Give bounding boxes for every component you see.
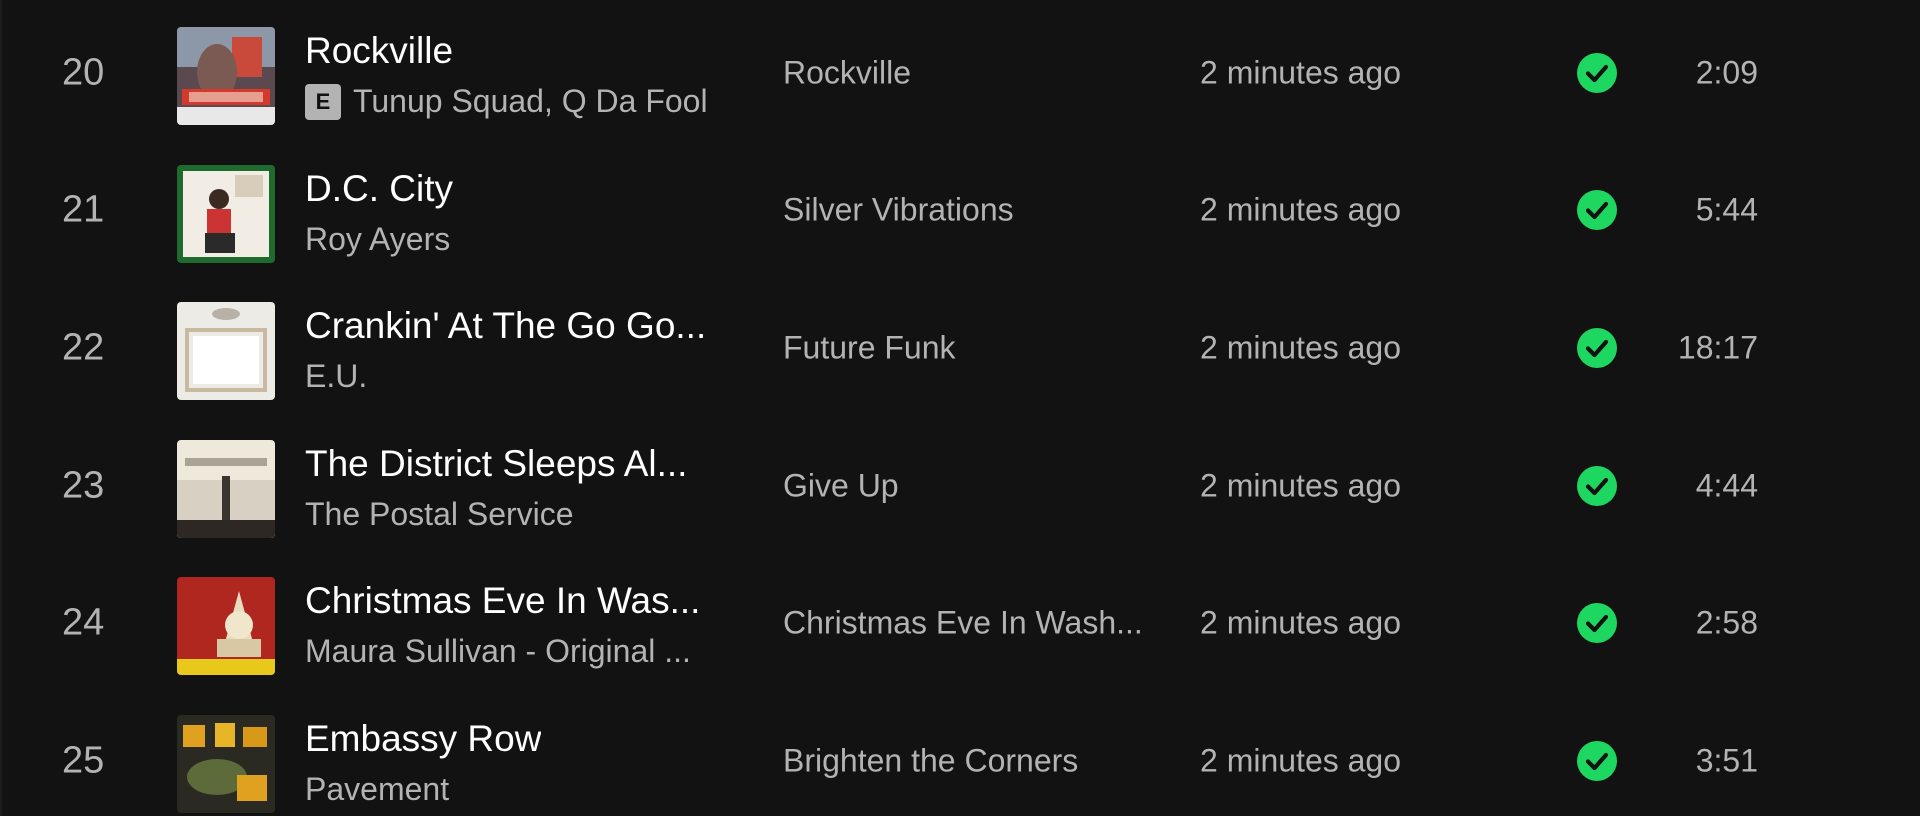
downloaded-check-icon (1577, 465, 1617, 506)
track-album[interactable]: Brighten the Corners (783, 742, 1158, 779)
track-row[interactable]: 22 Crankin' At The Go Go... E.U. Future … (2, 279, 1920, 417)
track-artist[interactable]: Tunup Squad, Q Da Fool (353, 83, 708, 120)
track-duration: 4:44 (1695, 467, 1758, 504)
track-subtitle: Pavement (305, 771, 449, 808)
track-title[interactable]: Embassy Row (305, 718, 541, 760)
track-duration: 2:58 (1695, 604, 1758, 641)
track-title[interactable]: Rockville (305, 30, 453, 72)
date-added: 2 minutes ago (1200, 742, 1402, 779)
track-subtitle: E.U. (305, 358, 367, 395)
track-number: 21 (62, 188, 105, 231)
date-added: 2 minutes ago (1200, 329, 1402, 366)
downloaded-check-icon (1577, 327, 1617, 368)
explicit-badge: E (305, 83, 341, 120)
track-title[interactable]: The District Sleeps Al... (305, 443, 687, 485)
track-duration: 2:09 (1695, 54, 1758, 91)
track-row[interactable]: 23 The District Sleeps Al... The Postal … (2, 417, 1920, 555)
date-added: 2 minutes ago (1200, 191, 1402, 228)
track-artist[interactable]: Roy Ayers (305, 221, 450, 258)
track-title[interactable]: Christmas Eve In Was... (305, 580, 700, 622)
track-duration: 18:17 (1677, 329, 1758, 366)
track-number: 20 (62, 51, 105, 94)
downloaded-check-icon (1577, 52, 1617, 93)
track-title[interactable]: D.C. City (305, 168, 453, 210)
album-art-image[interactable] (177, 302, 275, 401)
track-row[interactable]: 25 Embassy Row Pavement Brighten the Cor… (2, 692, 1920, 816)
downloaded-check-icon (1577, 740, 1617, 781)
album-art-image[interactable] (177, 164, 275, 263)
track-title[interactable]: Crankin' At The Go Go... (305, 305, 706, 347)
track-album[interactable]: Christmas Eve In Wash... (783, 605, 1158, 642)
album-art-image[interactable] (177, 439, 275, 538)
track-row[interactable]: 21 D.C. City Roy Ayers Silver Vibrations… (2, 142, 1920, 280)
track-album[interactable]: Silver Vibrations (783, 192, 1158, 229)
track-number: 23 (62, 464, 105, 507)
track-artist[interactable]: Pavement (305, 771, 449, 808)
track-subtitle: Maura Sullivan - Original ... (305, 633, 691, 670)
track-number: 22 (62, 326, 105, 369)
track-row[interactable]: 24 Christmas Eve In Was... Maura Sulliva… (2, 554, 1920, 692)
date-added: 2 minutes ago (1200, 604, 1402, 641)
track-artist[interactable]: The Postal Service (305, 496, 574, 533)
track-album[interactable]: Rockville (783, 54, 1158, 91)
album-art-image[interactable] (177, 715, 275, 813)
downloaded-check-icon (1577, 603, 1617, 644)
track-subtitle: Roy Ayers (305, 221, 450, 258)
album-art-image[interactable] (177, 577, 275, 676)
track-subtitle: E Tunup Squad, Q Da Fool (305, 83, 708, 120)
track-subtitle: The Postal Service (305, 496, 574, 533)
track-list: 20 Rockville E Tunup Squad, Q Da Fool Ro… (0, 0, 1920, 816)
track-album[interactable]: Future Funk (783, 329, 1158, 366)
downloaded-check-icon (1577, 190, 1617, 231)
date-added: 2 minutes ago (1200, 54, 1402, 91)
track-number: 24 (62, 601, 105, 644)
track-duration: 3:51 (1695, 742, 1758, 779)
album-art-image[interactable] (177, 27, 275, 125)
track-row[interactable]: 20 Rockville E Tunup Squad, Q Da Fool Ro… (2, 4, 1920, 142)
track-album[interactable]: Give Up (783, 467, 1158, 504)
track-artist[interactable]: E.U. (305, 358, 367, 395)
track-artist[interactable]: Maura Sullivan - Original ... (305, 633, 691, 670)
track-duration: 5:44 (1695, 191, 1758, 228)
date-added: 2 minutes ago (1200, 467, 1402, 504)
track-number: 25 (62, 739, 105, 782)
